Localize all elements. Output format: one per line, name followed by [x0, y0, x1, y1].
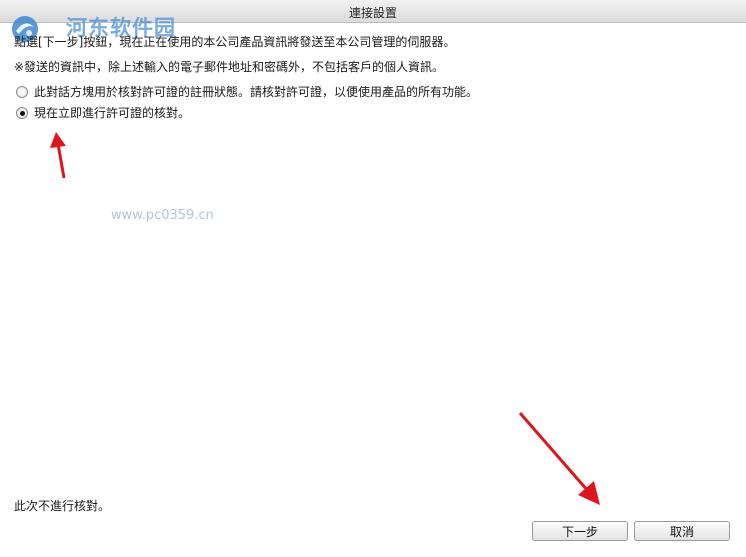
radio-option-label: 現在立即進行許可證的核對。 [34, 106, 191, 120]
privacy-note: ※發送的資訊中，除上述輸入的電子郵件地址和密碼外，不包括客戶的個人資訊。 [14, 60, 445, 74]
cancel-button[interactable]: 取消 [634, 521, 730, 541]
annotation-arrow-icon [50, 132, 66, 179]
radio-button-checked[interactable] [16, 106, 28, 119]
watermark-url: www.pc0359.cn [111, 208, 214, 223]
radio-option-verify-now[interactable]: 現在立即進行許可證的核對。 [16, 104, 190, 121]
radio-option-register-status[interactable]: 此對話方塊用於核對許可證的註冊狀態。請核對許可證，以便使用產品的所有功能。 [16, 83, 478, 100]
intro-text: 點選[下一步]按鈕，現在正在使用的本公司產品資訊將發送至本公司管理的伺服器。 [14, 35, 456, 49]
annotation-arrow-icon [518, 412, 600, 505]
radio-button[interactable] [16, 85, 28, 98]
radio-option-label: 此對話方塊用於核對許可證的註冊狀態。請核對許可證，以便使用產品的所有功能。 [34, 85, 479, 99]
skip-verification-text: 此次不進行核對。 [14, 499, 111, 513]
next-button[interactable]: 下一步 [532, 521, 628, 541]
